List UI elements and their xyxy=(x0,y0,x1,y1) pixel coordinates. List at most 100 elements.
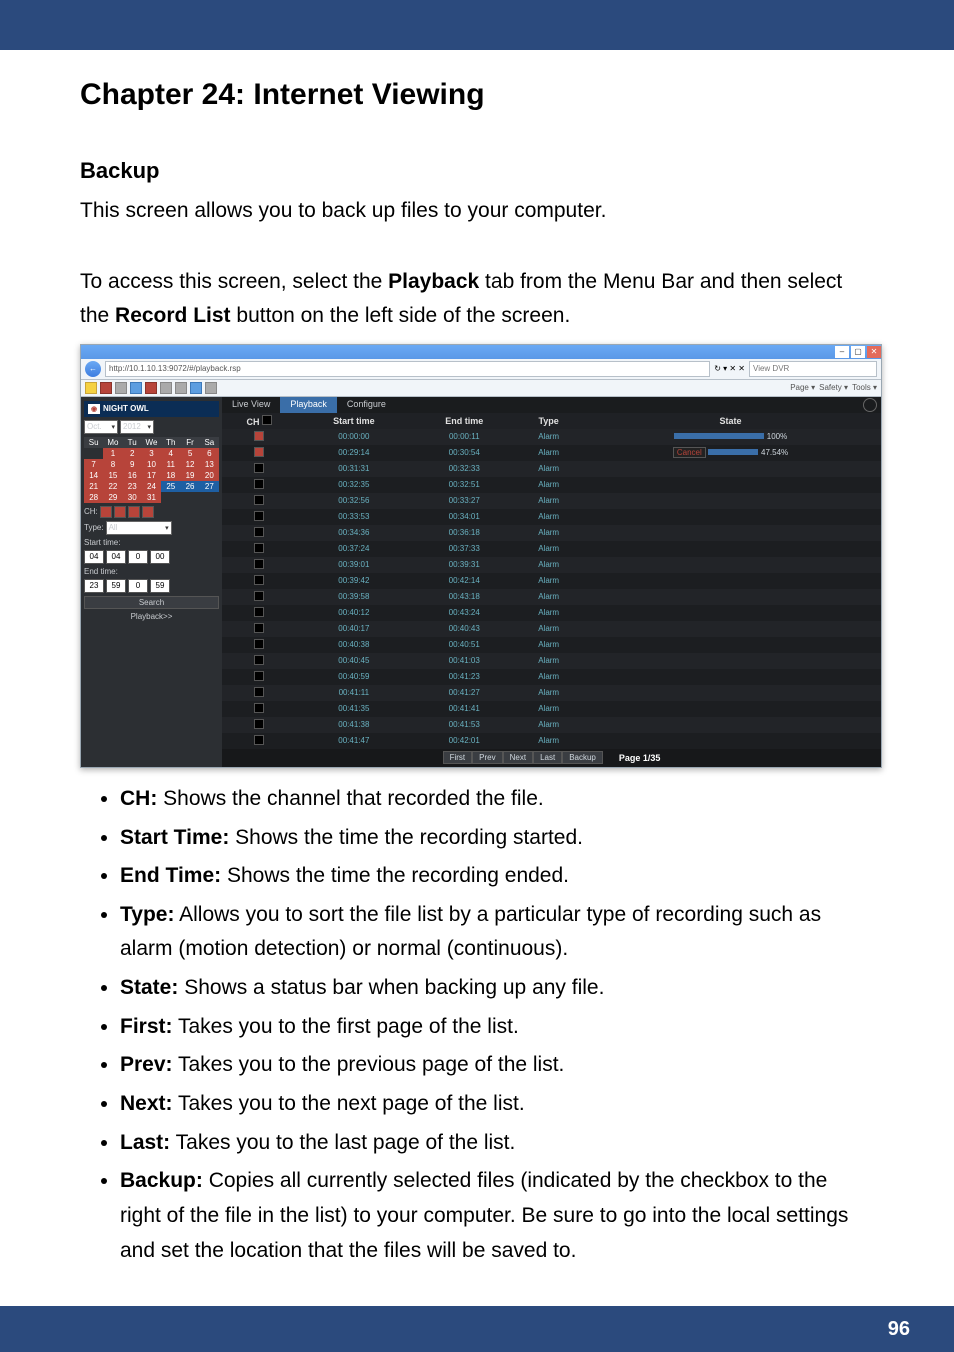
calendar-day[interactable] xyxy=(84,448,103,459)
table-row[interactable]: 00:31:3100:32:33Alarm xyxy=(222,461,881,477)
pager-next-button[interactable]: Next xyxy=(503,751,533,764)
tab-liveview[interactable]: Live View xyxy=(222,397,280,413)
calendar-day[interactable] xyxy=(180,492,199,503)
table-header[interactable]: CH xyxy=(222,413,296,429)
fav-icon-6[interactable] xyxy=(175,382,187,394)
fav-icon-1[interactable] xyxy=(100,382,112,394)
calendar-day[interactable]: 12 xyxy=(180,459,199,470)
row-checkbox[interactable] xyxy=(254,527,264,537)
window-max-icon[interactable]: ▢ xyxy=(851,346,865,358)
calendar-day[interactable]: 21 xyxy=(84,481,103,492)
calendar-day[interactable]: 26 xyxy=(180,481,199,492)
ch-box-4[interactable] xyxy=(142,506,154,518)
pager-prev-button[interactable]: Prev xyxy=(472,751,502,764)
end-ss2[interactable] xyxy=(150,579,170,593)
calendar-day[interactable]: 1 xyxy=(103,448,122,459)
table-row[interactable]: 00:32:5600:33:27Alarm xyxy=(222,493,881,509)
row-checkbox[interactable] xyxy=(254,655,264,665)
search-button[interactable]: Search xyxy=(84,596,219,609)
calendar-day[interactable]: 28 xyxy=(84,492,103,503)
calendar-day[interactable]: 29 xyxy=(103,492,122,503)
fav-icon-5[interactable] xyxy=(160,382,172,394)
calendar-day[interactable]: 5 xyxy=(180,448,199,459)
row-checkbox[interactable] xyxy=(254,639,264,649)
row-checkbox[interactable] xyxy=(254,447,264,457)
table-row[interactable]: 00:32:3500:32:51Alarm xyxy=(222,477,881,493)
calendar-day[interactable]: 6 xyxy=(200,448,219,459)
table-header[interactable]: State xyxy=(580,413,881,429)
start-time-row[interactable] xyxy=(84,550,219,564)
table-row[interactable]: 00:33:5300:34:01Alarm xyxy=(222,509,881,525)
pager-last-button[interactable]: Last xyxy=(533,751,562,764)
table-row[interactable]: 00:29:1400:30:54AlarmCancel 47.54% xyxy=(222,445,881,461)
calendar-day[interactable]: 3 xyxy=(142,448,161,459)
row-checkbox[interactable] xyxy=(254,495,264,505)
table-row[interactable]: 00:40:1700:40:43Alarm xyxy=(222,621,881,637)
menu-tools[interactable]: Tools xyxy=(852,383,877,392)
fav-icon-4[interactable] xyxy=(145,382,157,394)
row-checkbox[interactable] xyxy=(254,671,264,681)
row-checkbox[interactable] xyxy=(254,479,264,489)
calendar-day[interactable]: 20 xyxy=(200,470,219,481)
calendar-day[interactable]: 25 xyxy=(161,481,180,492)
table-row[interactable]: 00:34:3600:36:18Alarm xyxy=(222,525,881,541)
table-row[interactable]: 00:40:1200:43:24Alarm xyxy=(222,605,881,621)
window-close-icon[interactable]: ✕ xyxy=(867,346,881,358)
calendar-day[interactable]: 13 xyxy=(200,459,219,470)
calendar-day[interactable]: 30 xyxy=(123,492,142,503)
table-row[interactable]: 00:41:3500:41:41Alarm xyxy=(222,701,881,717)
table-row[interactable]: 00:39:0100:39:31Alarm xyxy=(222,557,881,573)
calendar-day[interactable]: 7 xyxy=(84,459,103,470)
end-ss1[interactable] xyxy=(128,579,148,593)
calendar-day[interactable]: 4 xyxy=(161,448,180,459)
select-all-checkbox[interactable] xyxy=(262,415,272,425)
fav-icon-8[interactable] xyxy=(205,382,217,394)
table-header[interactable]: Start time xyxy=(296,413,411,429)
calendar-day[interactable]: 2 xyxy=(123,448,142,459)
menu-safety[interactable]: Safety xyxy=(819,383,848,392)
row-checkbox[interactable] xyxy=(254,575,264,585)
ch-box-1[interactable] xyxy=(100,506,112,518)
calendar-day[interactable]: 22 xyxy=(103,481,122,492)
table-row[interactable]: 00:40:4500:41:03Alarm xyxy=(222,653,881,669)
pager-first-button[interactable]: First xyxy=(443,751,473,764)
row-checkbox[interactable] xyxy=(254,703,264,713)
table-header[interactable]: Type xyxy=(517,413,580,429)
table-row[interactable]: 00:00:0000:00:11Alarm100% xyxy=(222,429,881,445)
end-time-row[interactable] xyxy=(84,579,219,593)
browser-url-field[interactable]: http://10.1.10.13:9072/#/playback.rsp xyxy=(105,361,710,377)
fav-icon-2[interactable] xyxy=(115,382,127,394)
tab-playback[interactable]: Playback xyxy=(280,397,337,413)
table-header[interactable]: End time xyxy=(411,413,517,429)
fav-icon-7[interactable] xyxy=(190,382,202,394)
row-checkbox[interactable] xyxy=(254,463,264,473)
window-min-icon[interactable]: – xyxy=(835,346,849,358)
calendar-day[interactable]: 15 xyxy=(103,470,122,481)
calendar-day[interactable]: 14 xyxy=(84,470,103,481)
playback-link[interactable]: Playback>> xyxy=(84,612,219,621)
browser-reload-group[interactable]: ↻ ▾ ✕ ✕ xyxy=(714,364,745,373)
fav-icon-3[interactable] xyxy=(130,382,142,394)
table-row[interactable]: 00:39:4200:42:14Alarm xyxy=(222,573,881,589)
calendar-day[interactable]: 10 xyxy=(142,459,161,470)
calendar-day[interactable]: 19 xyxy=(180,470,199,481)
row-checkbox[interactable] xyxy=(254,687,264,697)
start-mm[interactable] xyxy=(106,550,126,564)
menu-page[interactable]: Page xyxy=(790,383,815,392)
table-row[interactable]: 00:40:5900:41:23Alarm xyxy=(222,669,881,685)
end-hh[interactable] xyxy=(84,579,104,593)
calendar-day[interactable] xyxy=(161,492,180,503)
browser-back-icon[interactable]: ← xyxy=(85,361,101,377)
browser-search-field[interactable]: View DVR xyxy=(749,361,877,377)
row-checkbox[interactable] xyxy=(254,543,264,553)
start-ss2[interactable] xyxy=(150,550,170,564)
table-row[interactable]: 00:41:3800:41:53Alarm xyxy=(222,717,881,733)
calendar-day[interactable]: 11 xyxy=(161,459,180,470)
end-mm[interactable] xyxy=(106,579,126,593)
ch-box-2[interactable] xyxy=(114,506,126,518)
calendar-day[interactable]: 8 xyxy=(103,459,122,470)
row-checkbox[interactable] xyxy=(254,623,264,633)
month-select[interactable]: Oct.▾ xyxy=(84,420,118,434)
year-select[interactable]: 2012▾ xyxy=(120,420,154,434)
calendar-day[interactable]: 23 xyxy=(123,481,142,492)
